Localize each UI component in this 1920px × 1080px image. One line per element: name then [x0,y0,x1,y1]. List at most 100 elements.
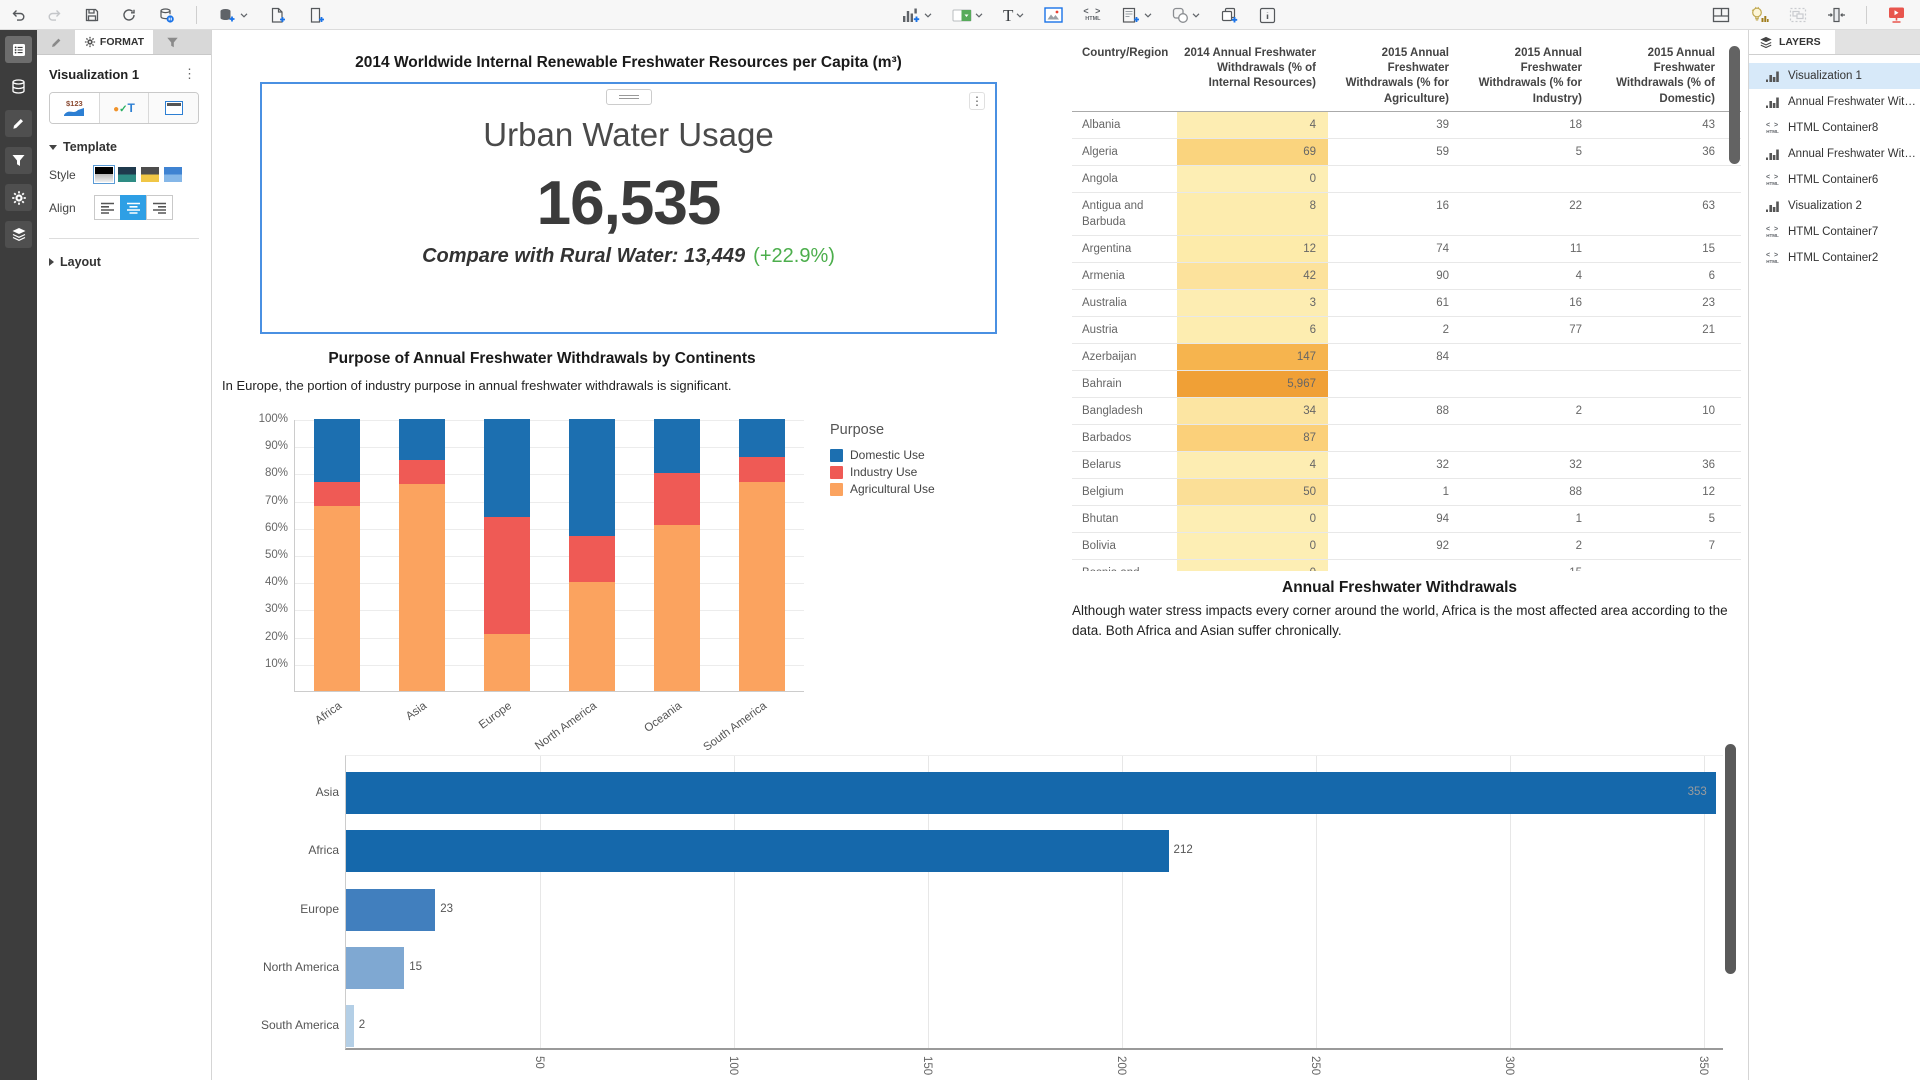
add-text-button[interactable]: T [1003,7,1024,24]
table-row[interactable]: Argentina12741115 [1072,236,1741,263]
info-panel-button[interactable] [1259,7,1276,24]
tab-edit[interactable] [37,30,75,54]
table-row[interactable]: Austria627721 [1072,317,1741,344]
bar-asia[interactable] [346,772,1716,814]
bar-south-america[interactable] [346,1005,354,1047]
bar-europe[interactable] [346,889,435,931]
table-row[interactable]: Bangladesh3488210 [1072,398,1741,425]
drag-handle[interactable] [606,89,652,105]
refresh-button[interactable] [121,7,137,23]
rail-pages-button[interactable] [5,36,32,63]
rail-edit-button[interactable] [5,110,32,137]
table-row[interactable]: Belgium5018812 [1072,479,1741,506]
duplicate-add-button[interactable] [1220,7,1239,24]
legend-item[interactable]: Industry Use [830,465,935,479]
insights-button[interactable] [1750,6,1769,24]
rail-data-button[interactable] [5,73,32,100]
add-control-button[interactable] [952,8,983,23]
layout-button[interactable] [1712,7,1730,23]
panel-menu-button[interactable]: ⋮ [180,66,199,82]
table-row[interactable]: Algeria6959536 [1072,139,1741,166]
canvas-scrollbar[interactable] [1725,744,1736,974]
layer-item[interactable]: Annual Freshwater Wit… [1749,141,1920,167]
layer-item[interactable]: Visualization 1 [1749,63,1920,89]
table-row[interactable]: Azerbaijan14784 [1072,344,1741,371]
number-type-button[interactable]: $123 [50,93,100,123]
agriculture-cell: 32 [1328,452,1461,478]
add-report-button[interactable] [1122,7,1152,24]
layer-item[interactable]: Visualization 2 [1749,193,1920,219]
stacked-bar[interactable] [739,420,785,691]
add-shape-button[interactable] [1172,7,1200,24]
column-header[interactable]: 2014 Annual Freshwater Withdrawals (% of… [1177,43,1328,107]
table-scrollbar[interactable] [1729,46,1740,164]
data-table[interactable]: Country/Region2014 Annual Freshwater Wit… [1072,43,1741,571]
layer-item[interactable]: < >HTMLHTML Container8 [1749,115,1920,141]
table-row[interactable]: Barbados87 [1072,425,1741,452]
card-menu-button[interactable]: ⋮ [969,92,985,110]
add-page-button[interactable] [269,7,287,24]
table-row[interactable]: Belarus4323236 [1072,452,1741,479]
table-row[interactable]: Antigua and Barbuda8162263 [1072,193,1741,236]
bar-africa[interactable] [346,830,1169,872]
rail-layers-button[interactable] [5,221,32,248]
tab-format[interactable]: FORMAT [75,30,153,54]
legend-item[interactable]: Domestic Use [830,448,935,462]
stacked-bar[interactable] [654,420,700,691]
align-center-button[interactable] [120,195,147,220]
rail-filter-button[interactable] [5,147,32,174]
frame-type-button[interactable] [149,93,198,123]
template-section-header[interactable]: Template [49,140,199,154]
table-row[interactable]: Bahrain5,967 [1072,371,1741,398]
layer-item-label: Annual Freshwater Wit… [1788,96,1916,108]
table-row[interactable]: Bhutan09415 [1072,506,1741,533]
redo-button[interactable] [47,7,63,23]
table-row[interactable]: Albania4391843 [1072,112,1741,139]
present-button[interactable] [1887,6,1906,24]
add-html-button[interactable]: < >HTML [1083,7,1102,23]
stacked-bar[interactable] [314,420,360,691]
column-header[interactable]: 2015 Annual Freshwater Withdrawals (% of… [1594,43,1727,107]
align-right-button[interactable] [146,195,173,220]
layer-item[interactable]: < >HTMLHTML Container6 [1749,167,1920,193]
stacked-bar-plot[interactable] [294,420,804,692]
style-swatch-dark[interactable] [95,167,113,182]
layer-item[interactable]: < >HTMLHTML Container2 [1749,245,1920,271]
table-row[interactable]: Australia3611623 [1072,290,1741,317]
bar-north-america[interactable] [346,947,404,989]
table-row[interactable]: Bolivia09227 [1072,533,1741,560]
stacked-bar[interactable] [399,420,445,691]
save-button[interactable] [84,7,100,23]
column-header[interactable]: 2015 Annual Freshwater Withdrawals (% fo… [1461,43,1594,107]
layers-tab[interactable]: LAYERS [1749,30,1835,54]
tab-filter[interactable] [153,30,191,54]
data-source-status-icon[interactable] [158,7,175,24]
rail-settings-button[interactable] [5,184,32,211]
table-row[interactable]: Angola0 [1072,166,1741,193]
style-swatch-teal[interactable] [118,167,136,182]
text-type-button[interactable]: ●✓T [100,93,150,123]
stacked-bar[interactable] [484,420,530,691]
layout-section-header[interactable]: Layout [49,255,199,269]
stacked-bar[interactable] [569,420,615,691]
dashboard-canvas[interactable]: 2014 Worldwide Internal Renewable Freshw… [212,30,1748,1080]
legend-item[interactable]: Agricultural Use [830,482,935,496]
industry-cell: 15 [1461,560,1594,571]
number-card-visualization-1[interactable]: ⋮ Urban Water Usage 16,535 Compare with … [260,82,997,334]
style-swatch-yellow[interactable] [141,167,159,182]
layer-item[interactable]: < >HTMLHTML Container7 [1749,219,1920,245]
horizontal-bar-plot[interactable]: 35321223152 [345,755,1723,1050]
column-header[interactable]: 2015 Annual Freshwater Withdrawals (% fo… [1328,43,1461,107]
add-data-button[interactable] [218,7,248,24]
import-page-button[interactable] [308,7,326,24]
style-swatch-blue[interactable] [164,167,182,182]
add-image-button[interactable] [1044,7,1063,23]
table-row[interactable]: Bosnia and Herzegovina015 [1072,560,1741,571]
table-row[interactable]: Armenia429046 [1072,263,1741,290]
layer-item[interactable]: Annual Freshwater Wit… [1749,89,1920,115]
add-chart-button[interactable] [902,7,932,24]
column-header[interactable]: Country/Region [1072,43,1177,107]
align-left-button[interactable] [94,195,121,220]
fit-width-button[interactable] [1827,7,1846,23]
undo-button[interactable] [10,7,26,23]
